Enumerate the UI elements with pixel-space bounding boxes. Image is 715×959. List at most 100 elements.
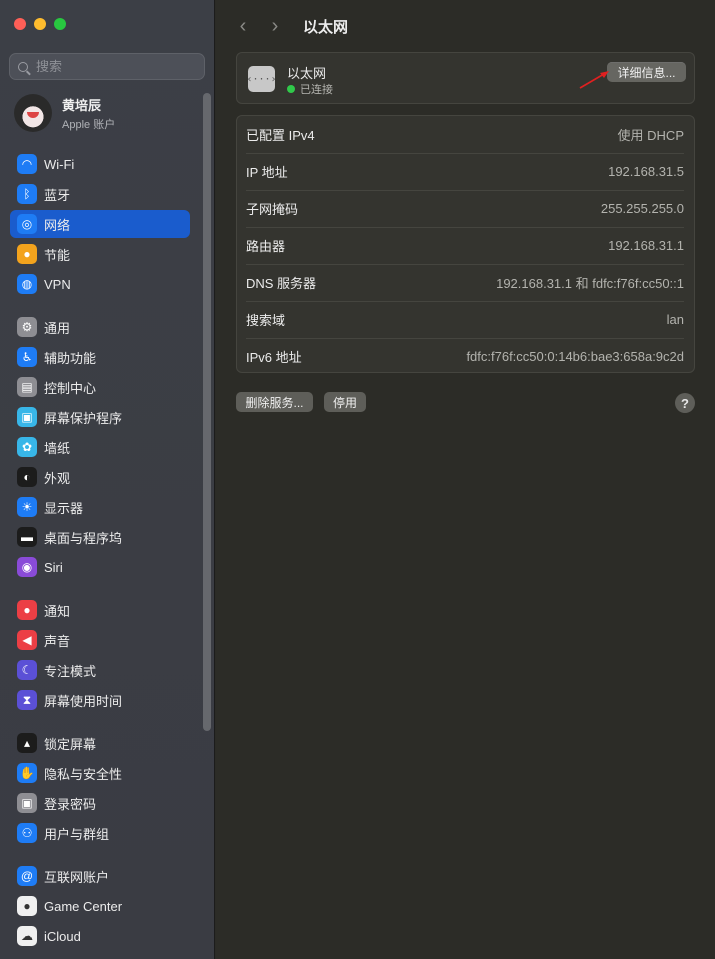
- table-row: IPv6 地址 fdfc:f76f:cc50:0:14b6:bae3:658a:9…: [237, 338, 694, 375]
- apple-account[interactable]: 黄培辰 Apple 账户: [14, 94, 115, 132]
- sidebar-item-0[interactable]: ◠ Wi-Fi: [10, 150, 190, 178]
- back-button[interactable]: ‹: [233, 15, 253, 38]
- service-name: 以太网: [287, 66, 327, 81]
- sidebar-item-15[interactable]: ◀ 声音: [10, 626, 190, 654]
- hourglass-icon: ⧗: [17, 690, 37, 710]
- row-divider: [246, 190, 684, 191]
- avatar: [14, 94, 52, 132]
- sidebar-item-12[interactable]: ▬ 桌面与程序坞: [10, 523, 190, 551]
- close-window-button[interactable]: [14, 18, 26, 30]
- row-divider: [246, 227, 684, 228]
- row-value: 192.168.31.5: [608, 164, 684, 179]
- sidebar-item-23[interactable]: ● Game Center: [10, 892, 190, 920]
- help-button[interactable]: ?: [675, 393, 695, 413]
- wallpaper-icon: ✿: [17, 437, 37, 457]
- connection-status: 已连接: [287, 81, 333, 97]
- search-field[interactable]: [9, 53, 205, 80]
- delete-service-button[interactable]: 删除服务...: [236, 392, 313, 412]
- forward-button[interactable]: ›: [265, 15, 285, 38]
- toolbar: ‹ › 以太网: [216, 12, 715, 40]
- details-button[interactable]: 详细信息...: [607, 62, 686, 82]
- ethernet-header-card: ‹···› 以太网 已连接 详细信息...: [236, 52, 695, 104]
- row-value: 192.168.31.1: [608, 238, 684, 253]
- table-row: 搜索域 lan: [237, 301, 694, 338]
- sidebar-item-2[interactable]: ◎ 网络: [10, 210, 190, 238]
- sidebar-item-label: 外观: [44, 470, 71, 486]
- account-name: 黄培辰: [62, 97, 102, 113]
- sidebar-item-21[interactable]: ⚇ 用户与群组: [10, 819, 190, 847]
- sidebar-item-7[interactable]: ▤ 控制中心: [10, 373, 190, 401]
- sidebar-item-6[interactable]: ♿ 辅助功能: [10, 343, 190, 371]
- sidebar-item-19[interactable]: ✋ 隐私与安全性: [10, 759, 190, 787]
- sidebar-item-label: 控制中心: [44, 380, 97, 396]
- sidebar-item-8[interactable]: ▣ 屏幕保护程序: [10, 403, 190, 431]
- sidebar-item-5[interactable]: ⚙ 通用: [10, 313, 190, 341]
- sidebar-item-label: 墙纸: [44, 440, 71, 456]
- sidebar-item-label: 互联网账户: [44, 869, 110, 885]
- sidebar-item-label: 通用: [44, 320, 71, 336]
- row-value: 255.255.255.0: [600, 201, 684, 216]
- annotation-arrow-icon: [579, 71, 609, 89]
- window-controls: [14, 18, 66, 30]
- status-dot-icon: [287, 85, 295, 93]
- sidebar-item-1[interactable]: ᛒ 蓝牙: [10, 180, 190, 208]
- row-divider: [246, 338, 684, 339]
- disable-button[interactable]: 停用: [324, 392, 366, 412]
- sidebar-item-24[interactable]: ☁ iCloud: [10, 922, 190, 950]
- lock-screen-icon: ▴: [17, 733, 37, 753]
- sidebar-item-label: 锁定屏幕: [44, 736, 97, 752]
- minimize-window-button[interactable]: [34, 18, 46, 30]
- table-row: DNS 服务器 192.168.31.1 和 fdfc:f76f:cc50::1: [237, 264, 694, 301]
- sidebar-item-18[interactable]: ▴ 锁定屏幕: [10, 729, 190, 757]
- sidebar-item-label: 登录密码: [44, 796, 97, 812]
- hand-icon: ✋: [17, 763, 37, 783]
- bell-icon: ●: [17, 600, 37, 620]
- sidebar-item-label: 声音: [44, 633, 71, 649]
- page-title: 以太网: [303, 18, 349, 36]
- sidebar-item-22[interactable]: @ 互联网账户: [10, 862, 190, 890]
- row-label: IP 地址: [246, 165, 288, 180]
- search-input[interactable]: [34, 58, 188, 75]
- sidebar-item-label: 显示器: [44, 500, 84, 516]
- sidebar-item-16[interactable]: ☾ 专注模式: [10, 656, 190, 684]
- table-row: 已配置 IPv4 使用 DHCP: [237, 116, 694, 153]
- sidebar-item-3[interactable]: ● 节能: [10, 240, 190, 268]
- sidebar-item-14[interactable]: ● 通知: [10, 596, 190, 624]
- sidebar-item-9[interactable]: ✿ 墙纸: [10, 433, 190, 461]
- sidebar-item-10[interactable]: ◐ 外观: [10, 463, 190, 491]
- siri-icon: ◉: [17, 557, 37, 577]
- gear-icon: ⚙: [17, 317, 37, 337]
- sidebar-item-label: 蓝牙: [44, 187, 71, 203]
- display-icon: ☀: [17, 497, 37, 517]
- sidebar: 黄培辰 Apple 账户 ◠ Wi-Fi ᛒ 蓝牙 ◎ 网络 ● 节能 ◍ VPN ⚙ 通用 ♿ 辅助功能…: [0, 0, 215, 959]
- speaker-icon: ◀: [17, 630, 37, 650]
- sidebar-item-11[interactable]: ☀ 显示器: [10, 493, 190, 521]
- accessibility-icon: ♿: [17, 347, 37, 367]
- appearance-icon: ◐: [17, 467, 37, 487]
- lightbulb-icon: ●: [17, 244, 37, 264]
- control-center-icon: ▤: [17, 377, 37, 397]
- sidebar-item-label: 网络: [44, 217, 71, 233]
- maximize-window-button[interactable]: [54, 18, 66, 30]
- screensaver-icon: ▣: [17, 407, 37, 427]
- status-text: 已连接: [300, 84, 333, 96]
- sidebar-item-20[interactable]: ▣ 登录密码: [10, 789, 190, 817]
- table-row: 子网掩码 255.255.255.0: [237, 190, 694, 227]
- sidebar-item-4[interactable]: ◍ VPN: [10, 270, 190, 298]
- sidebar-item-label: 用户与群组: [44, 826, 110, 842]
- sidebar-item-label: 桌面与程序坞: [44, 530, 123, 546]
- sidebar-item-17[interactable]: ⧗ 屏幕使用时间: [10, 686, 190, 714]
- row-label: 搜索域: [246, 313, 286, 328]
- globe-icon: ◎: [17, 214, 37, 234]
- sidebar-item-13[interactable]: ◉ Siri: [10, 553, 190, 581]
- main-pane: ‹ › 以太网 ‹···› 以太网 已连接 详细信息... 已配置 IPv4 使用…: [216, 0, 715, 959]
- dock-icon: ▬: [17, 527, 37, 547]
- row-label: DNS 服务器: [246, 276, 317, 291]
- sidebar-item-label: 专注模式: [44, 663, 97, 679]
- row-label: 子网掩码: [246, 202, 299, 217]
- sidebar-item-label: 节能: [44, 247, 71, 263]
- sidebar-scrollbar[interactable]: [203, 93, 211, 731]
- search-icon: [18, 61, 28, 72]
- row-value: lan: [666, 312, 684, 327]
- sidebar-item-label: Wi-Fi: [44, 156, 75, 172]
